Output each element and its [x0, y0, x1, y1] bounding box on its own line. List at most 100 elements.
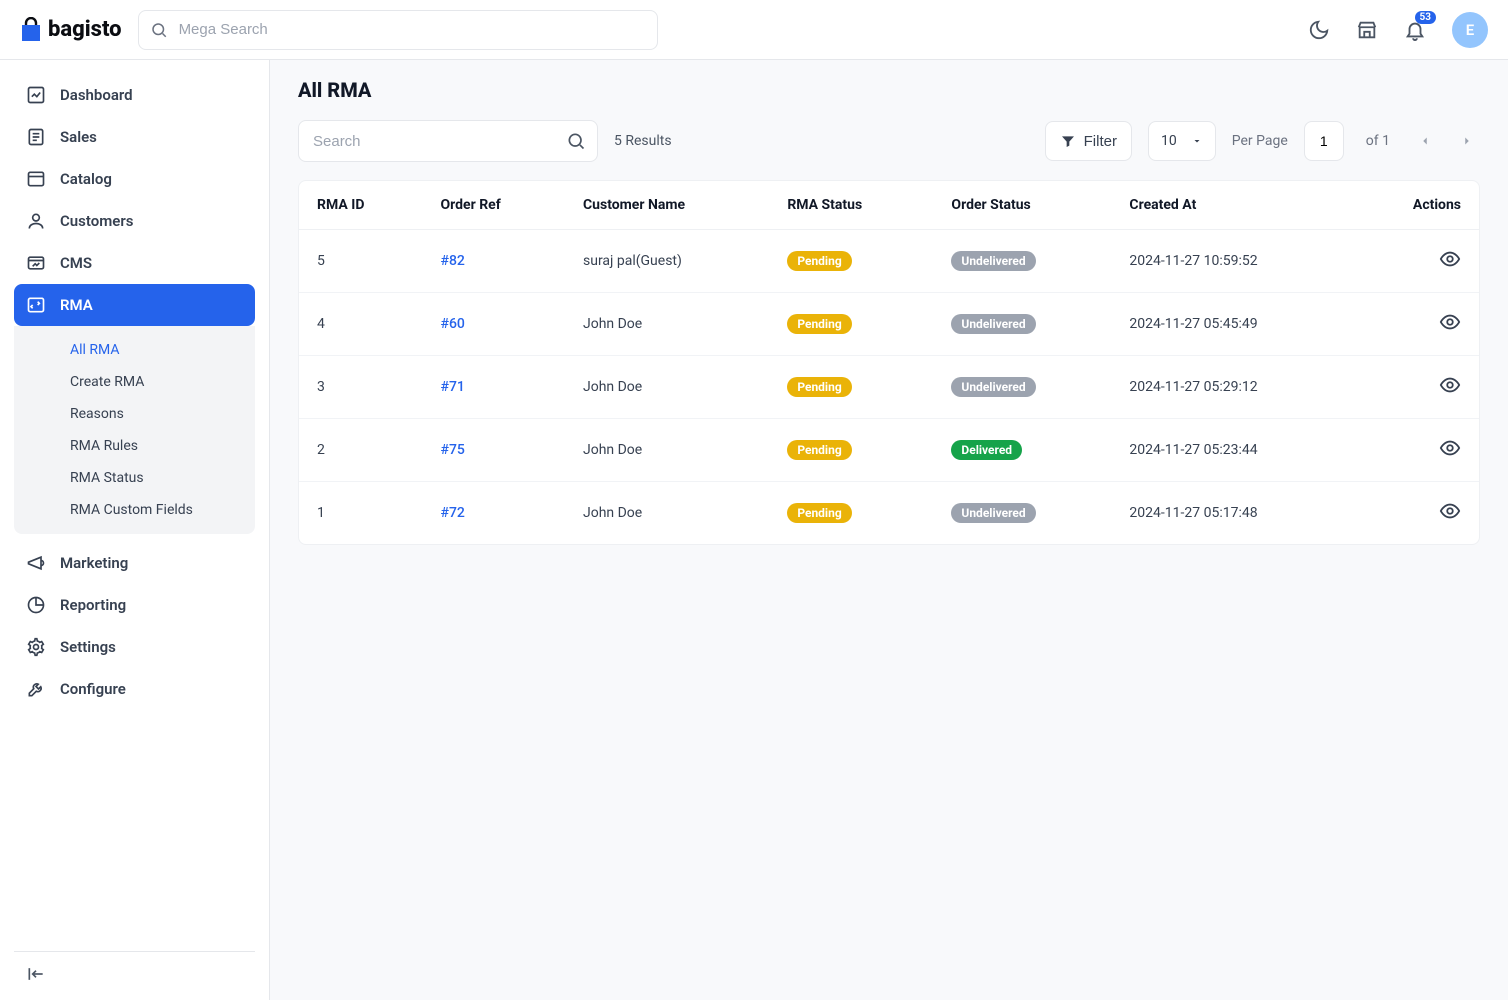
eye-icon [1439, 374, 1461, 396]
cell-customer: John Doe [565, 419, 769, 482]
order-ref-link[interactable]: #71 [441, 379, 465, 395]
order-status-badge: Undelivered [951, 377, 1035, 397]
column-header[interactable]: Actions [1354, 181, 1479, 230]
view-action[interactable] [1439, 374, 1461, 396]
table-row: 5#82suraj pal(Guest)PendingUndelivered20… [299, 230, 1479, 293]
search-icon[interactable] [566, 131, 586, 151]
rma-icon [26, 295, 46, 315]
search-icon [150, 21, 168, 39]
sidebar-subitem-reasons[interactable]: Reasons [14, 398, 255, 430]
prev-page-button[interactable] [1412, 134, 1438, 148]
eye-icon [1439, 437, 1461, 459]
rma-status-badge: Pending [787, 377, 851, 397]
order-status-badge: Undelivered [951, 503, 1035, 523]
order-ref-link[interactable]: #72 [441, 505, 465, 521]
view-action[interactable] [1439, 311, 1461, 333]
table-row: 4#60John DoePendingUndelivered2024-11-27… [299, 293, 1479, 356]
sidebar-item-catalog[interactable]: Catalog [14, 158, 255, 200]
sidebar-item-dashboard[interactable]: Dashboard [14, 74, 255, 116]
cell-created-at: 2024-11-27 05:29:12 [1111, 356, 1354, 419]
page-number-input[interactable] [1304, 121, 1344, 161]
sidebar-item-rma[interactable]: RMA [14, 284, 255, 326]
sidebar-item-marketing[interactable]: Marketing [14, 542, 255, 584]
bag-icon [20, 17, 42, 43]
filter-button[interactable]: Filter [1045, 121, 1132, 161]
sidebar-item-label: Marketing [60, 554, 128, 572]
column-header[interactable]: RMA Status [769, 181, 933, 230]
view-action[interactable] [1439, 437, 1461, 459]
sidebar-item-label: Sales [60, 128, 97, 146]
rma-status-badge: Pending [787, 314, 851, 334]
sidebar-item-configure[interactable]: Configure [14, 668, 255, 710]
sidebar-item-reporting[interactable]: Reporting [14, 584, 255, 626]
column-header[interactable]: Created At [1111, 181, 1354, 230]
order-ref-link[interactable]: #82 [441, 253, 465, 269]
sidebar-item-label: Configure [60, 680, 126, 698]
table-row: 2#75John DoePendingDelivered2024-11-27 0… [299, 419, 1479, 482]
main-content: All RMA 5 Results Filter 10 Per Page of … [270, 60, 1508, 1000]
sidebar-item-label: RMA [60, 296, 93, 314]
customers-icon [26, 211, 46, 231]
sidebar-item-label: Settings [60, 638, 116, 656]
cell-created-at: 2024-11-27 05:17:48 [1111, 482, 1354, 545]
cell-customer: John Doe [565, 356, 769, 419]
sidebar-subitem-rma-custom-fields[interactable]: RMA Custom Fields [14, 494, 255, 526]
view-action[interactable] [1439, 500, 1461, 522]
brand-logo[interactable]: bagisto [20, 17, 122, 43]
sidebar-item-label: CMS [60, 254, 92, 272]
avatar-initial: E [1466, 21, 1474, 39]
sidebar-item-label: Reporting [60, 596, 126, 614]
sidebar-subitem-rma-status[interactable]: RMA Status [14, 462, 255, 494]
dashboard-icon [26, 85, 46, 105]
view-action[interactable] [1439, 248, 1461, 270]
table-search-input[interactable] [298, 120, 598, 162]
reporting-icon [26, 595, 46, 615]
sidebar-item-customers[interactable]: Customers [14, 200, 255, 242]
table-row: 1#72John DoePendingUndelivered2024-11-27… [299, 482, 1479, 545]
topbar: bagisto 53 E [0, 0, 1508, 60]
sidebar-subitem-rma-rules[interactable]: RMA Rules [14, 430, 255, 462]
page-total: of 1 [1360, 133, 1396, 149]
order-ref-link[interactable]: #75 [441, 442, 465, 458]
eye-icon [1439, 248, 1461, 270]
sidebar-subitem-create-rma[interactable]: Create RMA [14, 366, 255, 398]
page-title: All RMA [298, 78, 1480, 102]
store-link[interactable] [1356, 19, 1378, 41]
cell-customer: John Doe [565, 293, 769, 356]
sidebar-item-label: Customers [60, 212, 133, 230]
user-avatar[interactable]: E [1452, 12, 1488, 48]
sidebar-item-settings[interactable]: Settings [14, 626, 255, 668]
column-header[interactable]: RMA ID [299, 181, 423, 230]
rma-status-badge: Pending [787, 251, 851, 271]
eye-icon [1439, 500, 1461, 522]
sidebar-subitem-all-rma[interactable]: All RMA [14, 334, 255, 366]
next-page-button[interactable] [1454, 134, 1480, 148]
collapse-icon [26, 964, 46, 984]
sidebar-item-sales[interactable]: Sales [14, 116, 255, 158]
order-ref-link[interactable]: #60 [441, 316, 465, 332]
store-icon [1356, 19, 1378, 41]
table-row: 3 #71 John Doe Pending Undelivered 2024-11-27… [299, 356, 1479, 419]
notifications-button[interactable]: 53 [1404, 19, 1426, 41]
order-status-badge: Delivered [951, 440, 1022, 460]
cell-created-at: 2024-11-27 05:23:44 [1111, 419, 1354, 482]
collapse-sidebar-button[interactable] [26, 964, 46, 984]
rma-status-badge: Pending [787, 503, 851, 523]
order-status-badge: Undelivered [951, 251, 1035, 271]
toolbar: 5 Results Filter 10 Per Page of 1 [298, 120, 1480, 162]
cell-rma-id: 3 [299, 356, 423, 419]
column-header[interactable]: Order Status [933, 181, 1111, 230]
cell-rma-id: 5 [299, 230, 423, 293]
cell-customer: John Doe [565, 482, 769, 545]
mega-search-input[interactable] [138, 10, 658, 50]
sales-icon [26, 127, 46, 147]
column-header[interactable]: Order Ref [423, 181, 565, 230]
cms-icon [26, 253, 46, 273]
dark-mode-toggle[interactable] [1308, 19, 1330, 41]
sidebar-item-label: Catalog [60, 170, 112, 188]
marketing-icon [26, 553, 46, 573]
column-header[interactable]: Customer Name [565, 181, 769, 230]
filter-icon [1060, 133, 1076, 149]
page-size-select[interactable]: 10 [1148, 121, 1216, 161]
sidebar-item-cms[interactable]: CMS [14, 242, 255, 284]
